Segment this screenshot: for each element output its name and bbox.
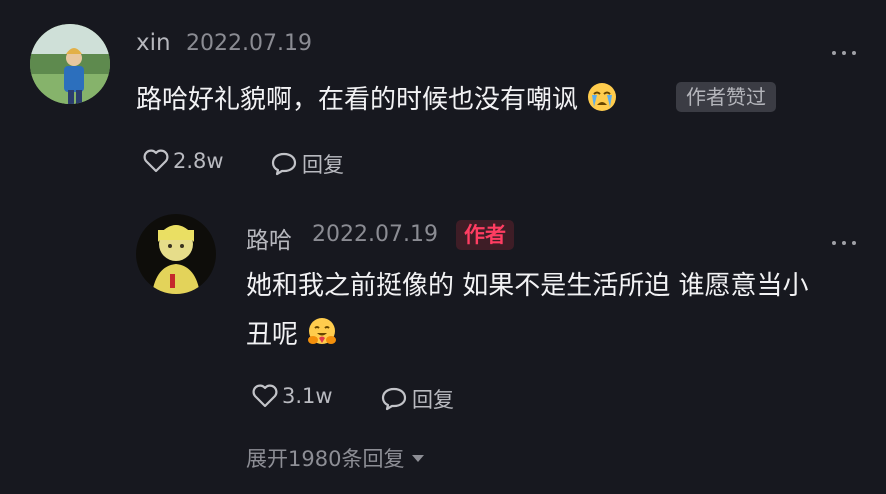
reply-text-line1: 她和我之前挺像的 如果不是生活所迫 谁愿意当小 xyxy=(246,271,809,301)
author-tag: 作者 xyxy=(456,220,514,250)
reply-reply-label: 回复 xyxy=(412,388,454,412)
reply-text-line2: 丑呢 xyxy=(246,316,338,355)
avatar-image xyxy=(136,214,216,294)
author-liked-badge: 作者赞过 xyxy=(676,82,776,112)
comment-text-content: 路哈好礼貌啊，在看的时候也没有嘲讽 xyxy=(136,85,579,115)
reply-label: 回复 xyxy=(302,153,344,177)
comment-date: 2022.07.19 xyxy=(186,31,312,56)
reply-date: 2022.07.19 xyxy=(312,222,438,247)
speech-bubble-icon xyxy=(271,152,297,176)
speech-bubble-icon xyxy=(381,387,407,411)
avatar[interactable] xyxy=(30,24,110,104)
comment-username[interactable]: xin xyxy=(136,30,171,56)
expand-replies-label: 展开1980条回复 xyxy=(246,447,405,471)
like-count: 2.8w xyxy=(173,149,224,173)
comment-thread: xin 2022.07.19 路哈好礼貌啊，在看的时候也没有嘲讽 作者赞过 2.… xyxy=(0,0,886,494)
reply-like-count: 3.1w xyxy=(282,384,333,408)
reply-text-line2-content: 丑呢 xyxy=(246,320,299,350)
reply-reply-button[interactable]: 回复 xyxy=(380,384,454,414)
reply-avatar[interactable] xyxy=(136,214,216,294)
like-button[interactable]: 2.8w xyxy=(143,149,224,173)
reply-button[interactable]: 回复 xyxy=(270,149,344,179)
reply-more-options-icon[interactable] xyxy=(832,238,856,248)
expand-replies-button[interactable]: 展开1980条回复 xyxy=(246,443,425,473)
heart-icon xyxy=(143,149,169,173)
reply-like-button[interactable]: 3.1w xyxy=(252,384,333,408)
chevron-down-icon xyxy=(412,454,425,462)
hugging-face-emoji xyxy=(306,316,338,355)
more-options-icon[interactable] xyxy=(832,48,856,58)
avatar-image xyxy=(30,24,110,104)
comment-text: 路哈好礼貌啊，在看的时候也没有嘲讽 xyxy=(136,81,618,120)
crying-face-emoji xyxy=(586,81,618,120)
heart-icon xyxy=(252,384,278,408)
reply-username[interactable]: 路哈 xyxy=(246,221,292,255)
